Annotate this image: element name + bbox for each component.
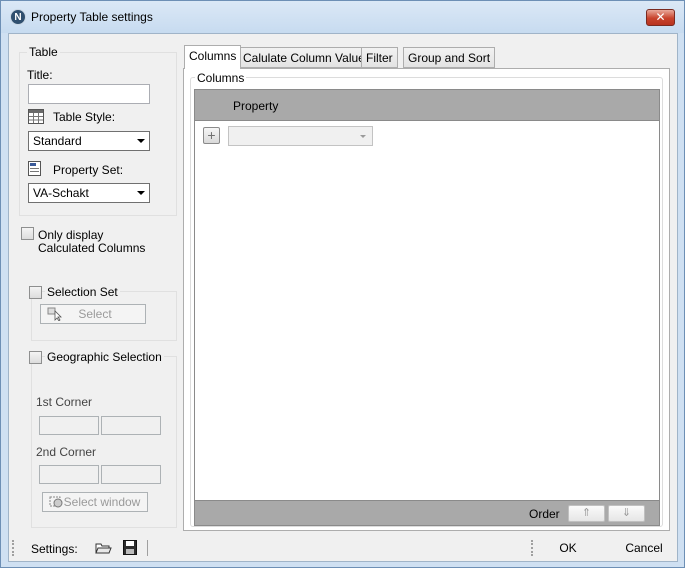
selection-set-label: Selection Set xyxy=(45,285,120,299)
move-down-button[interactable]: ⇓ xyxy=(608,505,645,522)
property-set-select[interactable]: VA-Schakt xyxy=(28,183,150,203)
folder-open-icon[interactable] xyxy=(95,541,112,555)
select-window-button[interactable]: Select window xyxy=(42,492,148,512)
second-corner-y-field[interactable] xyxy=(101,465,161,484)
tab-columns[interactable]: Columns xyxy=(184,45,242,69)
columns-group: Columns Property + Order ⇑ ⇓ xyxy=(190,71,663,527)
cancel-button[interactable]: Cancel xyxy=(613,538,675,559)
toolbar-grip xyxy=(12,540,14,556)
toolbar-grip xyxy=(531,540,533,556)
table-style-label: Table Style: xyxy=(53,110,116,124)
app-n-icon: N xyxy=(10,9,26,25)
title-label: Title: xyxy=(27,68,53,82)
double-chevron-down-icon: ⇓ xyxy=(621,507,632,519)
property-set-icon xyxy=(28,161,41,176)
select-button[interactable]: Select xyxy=(40,304,146,324)
table-grid-icon xyxy=(28,109,44,124)
select-window-icon xyxy=(49,496,63,508)
table-style-value: Standard xyxy=(33,134,82,148)
dialog-client: Table Title: Table Style: Standard Prope… xyxy=(8,33,678,562)
title-bar[interactable]: N Property Table settings ✕ xyxy=(1,1,684,33)
columns-grid-header: Property xyxy=(194,89,660,121)
table-style-select[interactable]: Standard xyxy=(28,131,150,151)
property-column-header[interactable]: Property xyxy=(233,99,278,113)
title-input[interactable] xyxy=(28,84,150,104)
only-display-label-line2: Calculated Columns xyxy=(38,241,146,255)
first-corner-y-field[interactable] xyxy=(101,416,161,435)
toolbar-separator xyxy=(147,540,148,556)
tab-filter[interactable]: Filter xyxy=(361,47,398,68)
columns-group-title: Columns xyxy=(195,71,247,85)
only-display-calculated-checkbox[interactable] xyxy=(21,227,34,240)
geographic-selection-checkbox[interactable] xyxy=(29,351,42,364)
chevron-down-icon xyxy=(137,139,145,143)
geographic-selection-label: Geographic Selection xyxy=(45,350,164,364)
tab-calculate-column-values[interactable]: Calulate Column Values xyxy=(238,47,376,68)
add-row-button[interactable]: + xyxy=(203,127,220,144)
move-up-button[interactable]: ⇑ xyxy=(568,505,605,522)
ok-button[interactable]: OK xyxy=(537,538,599,559)
property-set-label: Property Set: xyxy=(53,163,124,177)
select-window-button-label: Select window xyxy=(63,495,141,509)
select-cursor-icon xyxy=(47,307,62,321)
select-button-label: Select xyxy=(78,307,112,321)
settings-label: Settings: xyxy=(31,542,78,556)
chevron-down-icon xyxy=(137,191,145,195)
second-corner-label: 2nd Corner xyxy=(36,445,97,459)
dialog-window: N Property Table settings ✕ Table Title:… xyxy=(0,0,685,568)
window-title: Property Table settings xyxy=(31,10,153,24)
chevron-down-icon xyxy=(360,135,366,138)
close-button[interactable]: ✕ xyxy=(646,9,675,26)
double-chevron-up-icon: ⇑ xyxy=(581,507,592,519)
columns-tab-panel: Columns Property + Order ⇑ ⇓ xyxy=(183,68,670,531)
only-display-label-line1: Only display xyxy=(38,228,104,242)
columns-grid-footer: Order ⇑ ⇓ xyxy=(194,500,660,526)
property-select[interactable] xyxy=(228,126,373,146)
floppy-save-icon[interactable] xyxy=(123,540,137,555)
bottom-toolbar: Settings: OK Cancel xyxy=(9,534,677,562)
tab-group-and-sort[interactable]: Group and Sort xyxy=(403,47,496,68)
second-corner-x-field[interactable] xyxy=(39,465,99,484)
property-set-value: VA-Schakt xyxy=(33,186,89,200)
first-corner-label: 1st Corner xyxy=(36,395,93,409)
selection-set-checkbox[interactable] xyxy=(29,286,42,299)
order-label: Order xyxy=(529,507,560,521)
columns-grid-body: + xyxy=(194,121,660,500)
first-corner-x-field[interactable] xyxy=(39,416,99,435)
table-group-title: Table xyxy=(27,45,60,59)
